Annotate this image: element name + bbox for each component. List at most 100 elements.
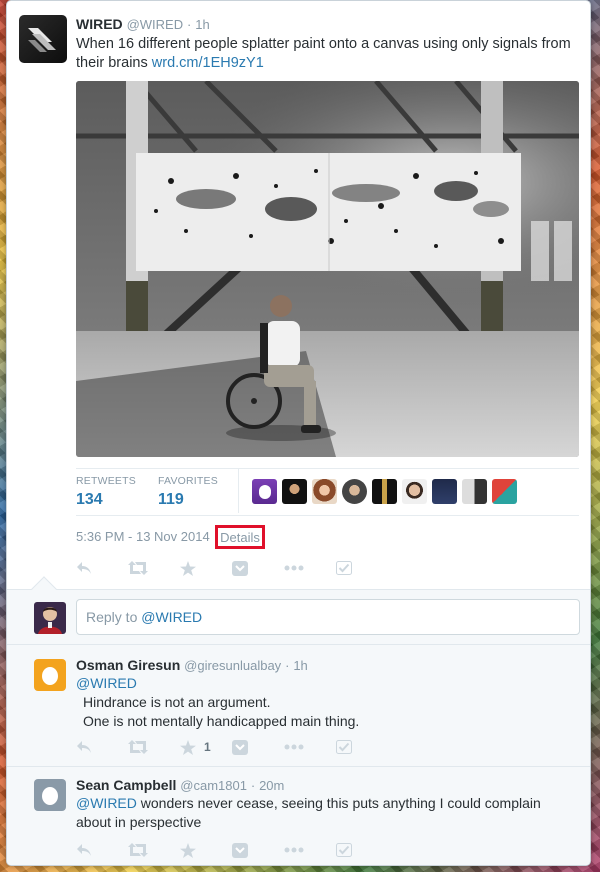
tweet-actions (76, 559, 388, 577)
stats-bottom-divider (76, 515, 579, 516)
reply-placeholder-handle: @WIRED (141, 609, 203, 625)
star-icon (180, 842, 196, 858)
reply-tweet[interactable]: Sean Campbell @cam1801 · 20m @WIRED wond… (7, 767, 590, 865)
faver-avatar[interactable] (372, 479, 397, 504)
tweet-photo[interactable] (76, 81, 579, 457)
reply-header: Sean Campbell @cam1801 · 20m (76, 777, 284, 793)
retweet-icon (128, 740, 148, 754)
reply-mention[interactable]: @WIRED (76, 795, 137, 811)
more-dots-icon (284, 847, 304, 853)
reply-placeholder: Reply to (86, 609, 142, 625)
main-tweet: WIRED @WIRED · 1h When 16 different peop… (7, 1, 590, 589)
separator-dot: · (250, 778, 256, 793)
retweets-label: RETWEETS (76, 475, 136, 487)
pocket-icon (232, 739, 248, 755)
favorite-count: 1 (204, 740, 211, 754)
faver-avatar[interactable] (252, 479, 277, 504)
checkmark-button[interactable] (336, 841, 388, 859)
tweet-text: When 16 different people splatter paint … (76, 35, 576, 73)
reply-mention[interactable]: @WIRED (76, 674, 576, 693)
star-icon (180, 560, 196, 576)
checkbox-icon (336, 740, 352, 754)
reply-age[interactable]: 20m (259, 778, 284, 793)
retweet-button[interactable] (128, 559, 180, 577)
warehouse-photo-image (76, 81, 579, 457)
default-egg-icon (42, 667, 58, 685)
faver-avatar[interactable] (312, 479, 337, 504)
more-dots-icon (284, 565, 304, 571)
reply-arrow-icon (77, 741, 91, 753)
favorites-count: 119 (158, 491, 184, 508)
reply-author-handle[interactable]: @giresunlualbay (184, 658, 281, 673)
faver-avatar[interactable] (462, 479, 487, 504)
tweet-link[interactable]: wrd.cm/1EH9zY1 (152, 55, 264, 71)
reply-button[interactable] (76, 559, 128, 577)
more-button[interactable] (284, 841, 336, 859)
retweets-stat[interactable]: RETWEETS 134 (76, 475, 136, 509)
favorites-stat[interactable]: FAVORITES 119 (158, 475, 218, 509)
faver-avatar[interactable] (492, 479, 517, 504)
tweet-age[interactable]: 1h (195, 17, 209, 32)
more-button[interactable] (284, 738, 336, 756)
current-user-avatar[interactable] (34, 602, 66, 634)
author-name[interactable]: WIRED (76, 16, 123, 32)
reply-actions: 1 (76, 738, 388, 756)
favorite-button[interactable]: 1 (180, 738, 232, 756)
faver-avatar[interactable] (432, 479, 457, 504)
checkbox-icon (336, 561, 352, 575)
checkbox-icon (336, 843, 352, 857)
reply-button[interactable] (76, 738, 128, 756)
wired-avatar[interactable] (19, 15, 67, 63)
osman-avatar[interactable] (34, 659, 66, 691)
pocket-icon (232, 560, 248, 576)
reply-header: Osman Giresun @giresunlualbay · 1h (76, 657, 308, 673)
author-handle[interactable]: @WIRED (127, 17, 184, 32)
reply-arrow-icon (77, 562, 91, 574)
reply-line: Hindrance is not an argument. (83, 694, 271, 710)
faver-avatar[interactable] (282, 479, 307, 504)
retweet-button[interactable] (128, 738, 180, 756)
default-egg-icon (42, 787, 58, 805)
wired-logo-icon (28, 28, 56, 52)
reply-arrow-icon (77, 844, 91, 856)
reply-text: @WIRED wonders never cease, seeing this … (76, 794, 576, 832)
more-button[interactable] (284, 559, 336, 577)
reply-composer: Reply to @WIRED (7, 589, 590, 645)
retweet-icon (128, 843, 148, 857)
pocket-button[interactable] (232, 841, 284, 859)
pocket-button[interactable] (232, 559, 284, 577)
pocket-icon (232, 842, 248, 858)
reply-age[interactable]: 1h (293, 658, 307, 673)
sean-avatar[interactable] (34, 779, 66, 811)
checkmark-button[interactable] (336, 738, 388, 756)
favorite-button[interactable] (180, 841, 232, 859)
reply-author-handle[interactable]: @cam1801 (180, 778, 247, 793)
retweets-count: 134 (76, 491, 103, 508)
separator-dot: · (285, 658, 290, 673)
checkmark-button[interactable] (336, 559, 388, 577)
reply-author-name[interactable]: Osman Giresun (76, 657, 180, 673)
tweet-body: When 16 different people splatter paint … (76, 36, 571, 71)
faver-avatar[interactable] (342, 479, 367, 504)
reply-input[interactable]: Reply to @WIRED (76, 599, 580, 635)
tweet-card: WIRED @WIRED · 1h When 16 different peop… (6, 0, 591, 866)
retweet-button[interactable] (128, 841, 180, 859)
faver-avatar[interactable] (402, 479, 427, 504)
reply-button[interactable] (76, 841, 128, 859)
more-dots-icon (284, 744, 304, 750)
reply-text: @WIRED Hindrance is not an argument. One… (76, 674, 576, 731)
tweet-timestamp: 5:36 PM - 13 Nov 2014 (76, 529, 210, 544)
separator-dot: · (186, 17, 192, 32)
reply-line: One is not mentally handicapped main thi… (83, 713, 360, 729)
stats-separator (238, 469, 239, 513)
user-photo-icon (34, 602, 66, 634)
tweet-header: WIRED @WIRED · 1h (76, 16, 210, 32)
reply-tweet[interactable]: Osman Giresun @giresunlualbay · 1h @WIRE… (7, 645, 590, 767)
favorite-button[interactable] (180, 559, 232, 577)
retweet-icon (128, 561, 148, 575)
pocket-button[interactable] (232, 738, 284, 756)
reply-actions (76, 841, 388, 859)
details-link-highlighted[interactable]: Details (215, 525, 265, 549)
reply-author-name[interactable]: Sean Campbell (76, 777, 176, 793)
reply-body: wonders never cease, seeing this puts an… (76, 795, 541, 830)
